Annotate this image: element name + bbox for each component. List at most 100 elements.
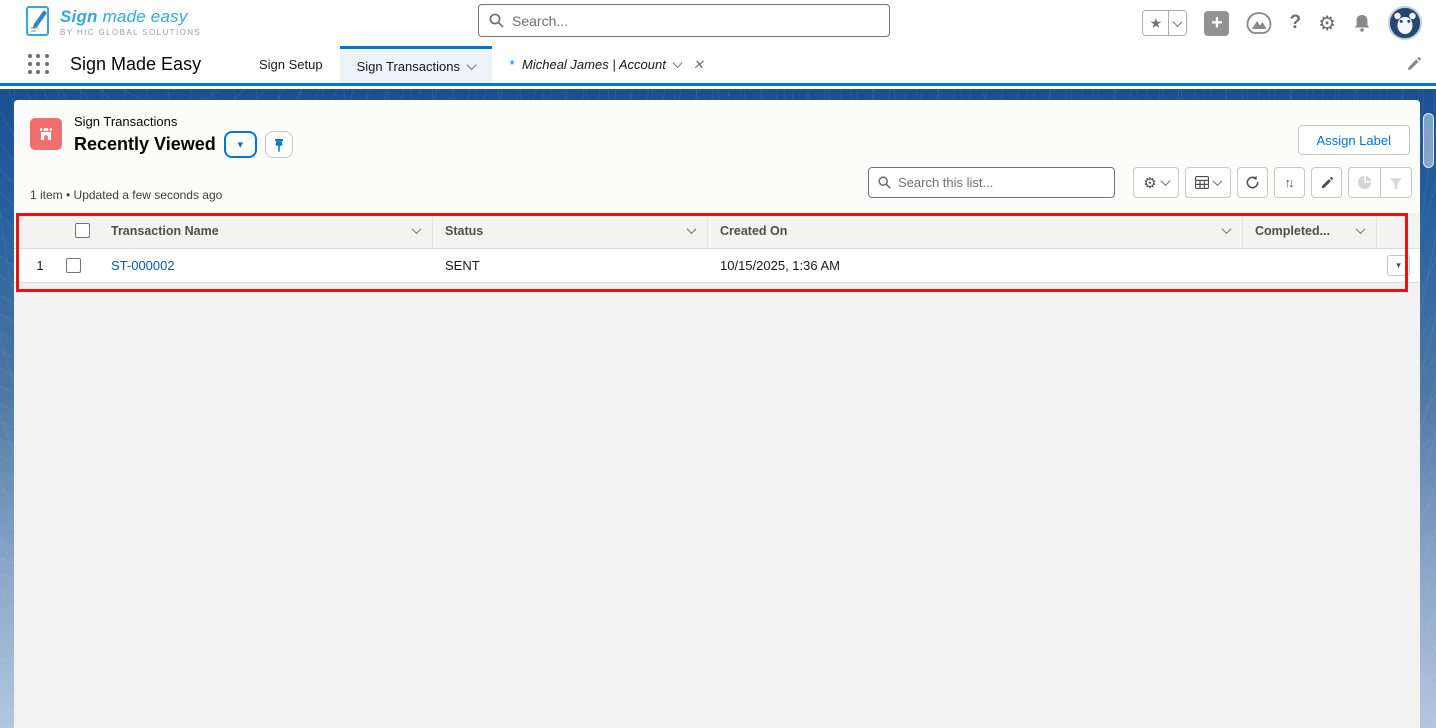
- row-actions-button[interactable]: ▾: [1387, 255, 1410, 276]
- list-view-table: Transaction Name Status Created On Compl…: [14, 213, 1420, 283]
- table-header-row: Transaction Name Status Created On Compl…: [14, 213, 1420, 249]
- column-label: Created On: [720, 223, 788, 238]
- table-icon: [1195, 176, 1209, 189]
- transaction-link[interactable]: ST-000002: [111, 258, 175, 273]
- list-view-card: Sign Transactions Recently Viewed ▾ Assi…: [14, 100, 1420, 728]
- filter-funnel-icon: [1390, 177, 1402, 190]
- user-avatar[interactable]: [1388, 6, 1422, 40]
- tab-label: Sign Transactions: [356, 58, 460, 74]
- sign-transactions-object-icon: [30, 118, 62, 150]
- created-on-cell: 10/15/2025, 1:36 AM: [720, 258, 840, 273]
- global-search[interactable]: [478, 4, 890, 37]
- transaction-name-cell: ST-000002: [99, 249, 433, 282]
- action-column-header: [1377, 213, 1420, 248]
- help-button[interactable]: ?: [1289, 12, 1301, 34]
- pin-icon: [274, 138, 283, 152]
- tab-label: Micheal James | Account: [522, 57, 666, 72]
- unsaved-indicator: *: [508, 57, 515, 72]
- search-icon: [878, 176, 891, 189]
- pie-chart-icon: [1357, 175, 1372, 190]
- row-checkbox[interactable]: [66, 258, 81, 273]
- object-label: Sign Transactions: [74, 114, 178, 129]
- list-view-header-panel: Sign Transactions Recently Viewed ▾ Assi…: [14, 100, 1420, 213]
- column-label: Completed...: [1255, 223, 1331, 238]
- bell-icon: [1355, 15, 1369, 32]
- sort-arrows-icon: ↑↓: [1284, 175, 1295, 190]
- logo-subtitle: BY HIC GLOBAL SOLUTIONS: [60, 28, 202, 37]
- list-view-controls-button[interactable]: ⚙: [1133, 167, 1179, 198]
- favorites-button-group: ★: [1142, 10, 1188, 36]
- chevron-down-icon: [1221, 224, 1232, 235]
- app-launcher-waffle-icon[interactable]: [28, 53, 50, 76]
- list-search[interactable]: [868, 167, 1115, 198]
- pencil-icon: [1321, 176, 1333, 188]
- status-cell: SENT: [445, 258, 480, 273]
- app-nav-bar: Sign Made Easy Sign Setup Sign Transacti…: [0, 46, 1436, 86]
- close-tab-button[interactable]: ✕: [693, 57, 704, 73]
- pencil-icon: [1408, 57, 1421, 70]
- search-icon: [489, 13, 504, 28]
- tower-icon: [40, 128, 52, 140]
- list-view-name: Recently Viewed: [74, 134, 216, 154]
- column-header-completed[interactable]: Completed...: [1243, 213, 1377, 248]
- question-icon: ?: [1289, 12, 1302, 33]
- table-row: 1 ST-000002 SENT 10/15/2025, 1:36 AM ▾: [14, 249, 1420, 283]
- list-view-selector-button[interactable]: ▾: [223, 131, 257, 158]
- select-all-cell: [66, 213, 99, 248]
- filter-button[interactable]: [1380, 168, 1411, 197]
- tab-micheal-james-account[interactable]: * Micheal James | Account ✕: [492, 46, 721, 83]
- setup-button[interactable]: ⚙: [1318, 11, 1336, 36]
- app-screen: Sign made easy BY HIC GLOBAL SOLUTIONS ★…: [0, 0, 1436, 728]
- row-number-cell: 1: [36, 258, 44, 273]
- list-toolbar: ⚙: [868, 167, 1412, 198]
- tab-sign-setup[interactable]: Sign Setup: [242, 46, 340, 83]
- column-header-status[interactable]: Status: [433, 213, 708, 248]
- notifications-button[interactable]: [1353, 13, 1371, 33]
- chart-filter-button-group: [1348, 167, 1412, 198]
- logo-document-icon: [26, 6, 49, 36]
- charts-button[interactable]: [1349, 168, 1380, 197]
- vertical-scrollbar-thumb[interactable]: [1423, 113, 1434, 168]
- gear-icon: ⚙: [1318, 12, 1336, 35]
- chevron-down-icon: [466, 59, 477, 70]
- tab-sign-transactions[interactable]: Sign Transactions: [339, 46, 492, 83]
- column-header-created-on[interactable]: Created On: [708, 213, 1243, 248]
- sort-button[interactable]: ↑↓: [1274, 167, 1305, 198]
- nav-personalization-button[interactable]: [1406, 56, 1422, 77]
- global-header: Sign made easy BY HIC GLOBAL SOLUTIONS ★…: [0, 0, 1436, 46]
- star-icon: ★: [1149, 14, 1163, 31]
- refresh-button[interactable]: [1237, 167, 1268, 198]
- row-number-column-header: [14, 213, 66, 248]
- column-header-transaction-name[interactable]: Transaction Name: [99, 213, 433, 248]
- refresh-icon: [1246, 175, 1259, 189]
- assign-label-button[interactable]: Assign Label: [1297, 125, 1410, 155]
- list-view-title-block: Sign Transactions Recently Viewed ▾: [74, 114, 293, 158]
- chevron-down-icon: [672, 58, 683, 69]
- logo-text: Sign made easy BY HIC GLOBAL SOLUTIONS: [60, 7, 201, 37]
- chevron-down-icon: [411, 224, 422, 235]
- app-name: Sign Made Easy: [70, 54, 202, 74]
- favorites-star-button[interactable]: ★: [1143, 11, 1170, 35]
- chevron-down-icon: [686, 224, 697, 235]
- list-meta-text: 1 item • Updated a few seconds ago: [30, 188, 223, 202]
- plus-icon: +: [1211, 12, 1223, 34]
- header-utility-icons: ★ + ? ⚙: [1142, 0, 1422, 46]
- global-actions-button[interactable]: +: [1204, 10, 1230, 36]
- chevron-down-filled-icon: ▾: [237, 139, 243, 151]
- select-all-checkbox[interactable]: [75, 223, 90, 238]
- row-select-cell: [66, 249, 99, 282]
- chevron-down-icon: [1173, 16, 1183, 27]
- column-label: Transaction Name: [111, 223, 219, 238]
- inline-edit-button[interactable]: [1311, 167, 1342, 198]
- chevron-down-filled-icon: ▾: [1396, 260, 1401, 270]
- chevron-down-icon: [1355, 224, 1366, 235]
- tab-label: Sign Setup: [259, 57, 323, 72]
- trailhead-button[interactable]: [1246, 12, 1272, 34]
- pin-list-view-button[interactable]: [264, 131, 293, 158]
- list-search-input[interactable]: [898, 175, 1105, 190]
- display-as-button[interactable]: [1185, 167, 1231, 198]
- trailhead-mountain-icon: [1247, 12, 1272, 34]
- row-action-cell: ▾: [1377, 249, 1420, 282]
- favorites-dropdown-button[interactable]: [1169, 11, 1187, 35]
- global-search-input[interactable]: [512, 12, 879, 29]
